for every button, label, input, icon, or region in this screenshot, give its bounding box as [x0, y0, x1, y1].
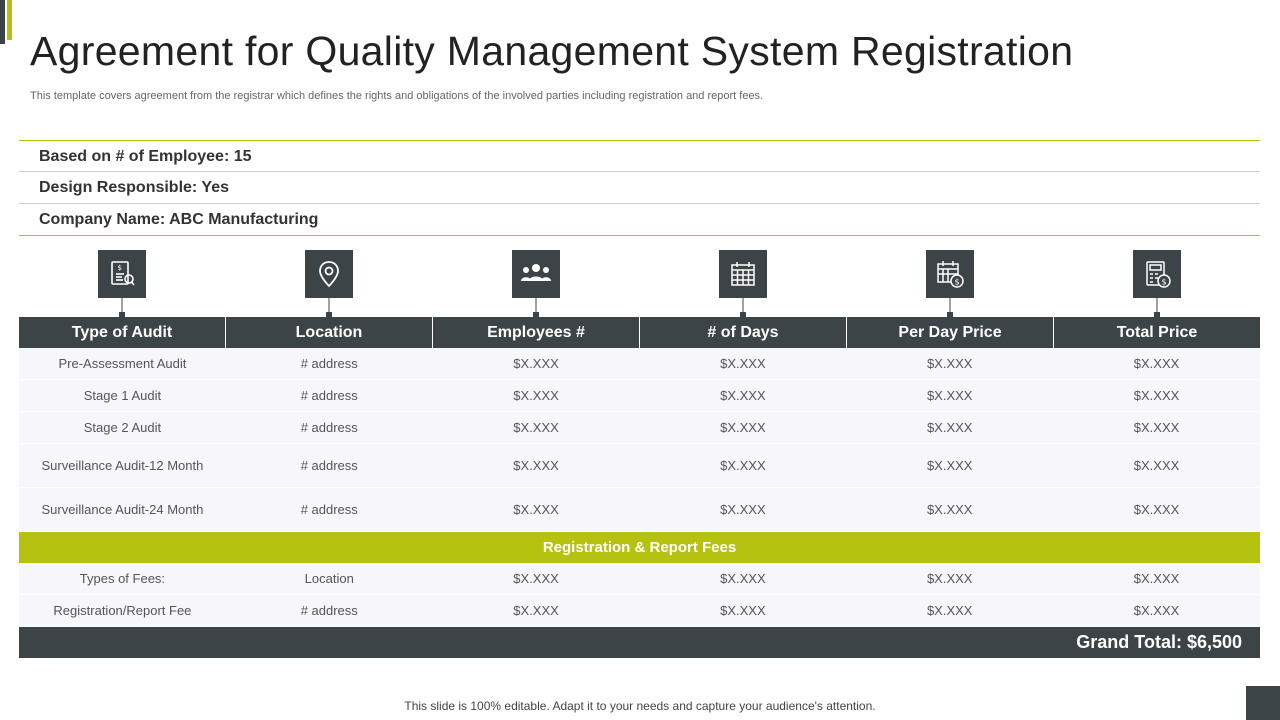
table-cell: $X.XXX [926, 603, 973, 618]
table-cell: $X.XXX [926, 388, 973, 403]
table-cell: $X.XXX [1133, 356, 1180, 371]
table-header: Type of Audit Location Employees # # of … [19, 317, 1260, 348]
fee-row: Types of Fees: Location $X.XXX $X.XXX $X… [19, 563, 1260, 595]
column-header: Employees # [433, 317, 640, 348]
table-cell: $X.XXX [513, 458, 559, 473]
table-cell: Stage 1 Audit [83, 388, 162, 403]
table-cell: $X.XXX [720, 603, 766, 618]
page-subtitle: This template covers agreement from the … [30, 90, 764, 102]
fees-section-header: Registration & Report Fees [19, 532, 1260, 563]
employees-group-icon [512, 250, 561, 298]
table-cell: $X.XXX [513, 420, 559, 435]
table-row: Stage 1 Audit # address $X.XXX $X.XXX $X… [19, 380, 1260, 412]
table-cell: Surveillance Audit-12 Month [41, 458, 204, 473]
table-cell: $X.XXX [926, 420, 973, 435]
audit-document-icon: $ [98, 250, 147, 298]
calculator-price-icon: $ [1132, 250, 1181, 298]
calendar-price-icon: $ [925, 250, 974, 298]
table-row: Surveillance Audit-24 Month # address $X… [19, 488, 1260, 532]
table-cell: # address [300, 356, 358, 371]
icon-cell-audit: $ [19, 250, 226, 318]
info-design-responsible: Design Responsible: Yes [19, 172, 1260, 204]
column-header: Type of Audit [19, 317, 226, 348]
table-cell: # address [300, 388, 358, 403]
svg-text:$: $ [118, 264, 122, 272]
table-cell: Pre-Assessment Audit [58, 356, 187, 371]
corner-accent [0, 0, 14, 44]
table-cell: $X.XXX [1133, 603, 1180, 618]
table-cell: $X.XXX [1133, 388, 1180, 403]
table-row: Surveillance Audit-12 Month # address $X… [19, 444, 1260, 488]
audit-table: Type of Audit Location Employees # # of … [19, 317, 1260, 658]
fee-row: Registration/Report Fee # address $X.XXX… [19, 595, 1260, 627]
info-block: Based on # of Employee: 15 Design Respon… [19, 140, 1260, 236]
table-cell: $X.XXX [1133, 458, 1180, 473]
table-row: Pre-Assessment Audit # address $X.XXX $X… [19, 348, 1260, 380]
table-cell: $X.XXX [926, 458, 973, 473]
corner-block [1246, 686, 1280, 720]
footer-note: This slide is 100% editable. Adapt it to… [404, 699, 876, 713]
icon-cell-total-price: $ [1053, 250, 1260, 318]
info-employees: Based on # of Employee: 15 [19, 140, 1260, 172]
table-cell: # address [300, 420, 358, 435]
table-cell: $X.XXX [513, 356, 559, 371]
icon-cell-per-day-price: $ [846, 250, 1053, 318]
icon-cell-location [226, 250, 433, 318]
table-row: Stage 2 Audit # address $X.XXX $X.XXX $X… [19, 412, 1260, 444]
table-cell: $X.XXX [513, 603, 559, 618]
table-cell: $X.XXX [720, 502, 766, 517]
svg-text:$: $ [1161, 278, 1166, 287]
table-cell: $X.XXX [513, 571, 559, 586]
table-cell: $X.XXX [720, 458, 766, 473]
table-cell: $X.XXX [926, 356, 973, 371]
corner-bar-lime [7, 0, 12, 40]
table-cell: # address [300, 458, 358, 473]
column-header: # of Days [640, 317, 847, 348]
page-title: Agreement for Quality Management System … [30, 28, 1074, 74]
icon-cell-employees [433, 250, 640, 318]
table-cell: $X.XXX [926, 502, 973, 517]
grand-total: Grand Total: $6,500 [19, 627, 1260, 658]
table-cell: $X.XXX [720, 420, 766, 435]
table-cell: $X.XXX [1133, 420, 1180, 435]
calendar-icon [718, 250, 767, 298]
table-cell: Registration/Report Fee [53, 603, 192, 618]
table-cell: $X.XXX [513, 502, 559, 517]
svg-text:$: $ [954, 278, 959, 287]
table-cell: # address [300, 603, 358, 618]
table-cell: $X.XXX [720, 356, 766, 371]
table-cell: Location [304, 571, 354, 586]
column-header: Total Price [1116, 323, 1198, 341]
table-cell: Stage 2 Audit [83, 420, 162, 435]
table-cell: $X.XXX [1133, 502, 1180, 517]
info-company-name: Company Name: ABC Manufacturing [19, 204, 1260, 236]
table-cell: $X.XXX [1133, 571, 1180, 586]
table-cell: Types of Fees: [79, 571, 166, 586]
table-cell: $X.XXX [513, 388, 559, 403]
location-pin-icon [305, 250, 354, 298]
column-header: Location [226, 317, 433, 348]
table-cell: $X.XXX [720, 571, 766, 586]
column-header: Per Day Price [847, 317, 1054, 348]
table-cell: Surveillance Audit-24 Month [41, 502, 204, 517]
corner-bar-dark [0, 0, 5, 44]
table-cell: $X.XXX [926, 571, 973, 586]
table-cell: $X.XXX [720, 388, 766, 403]
column-icons: $ $ $ [19, 250, 1260, 318]
icon-cell-days [639, 250, 846, 318]
table-cell: # address [300, 502, 358, 517]
